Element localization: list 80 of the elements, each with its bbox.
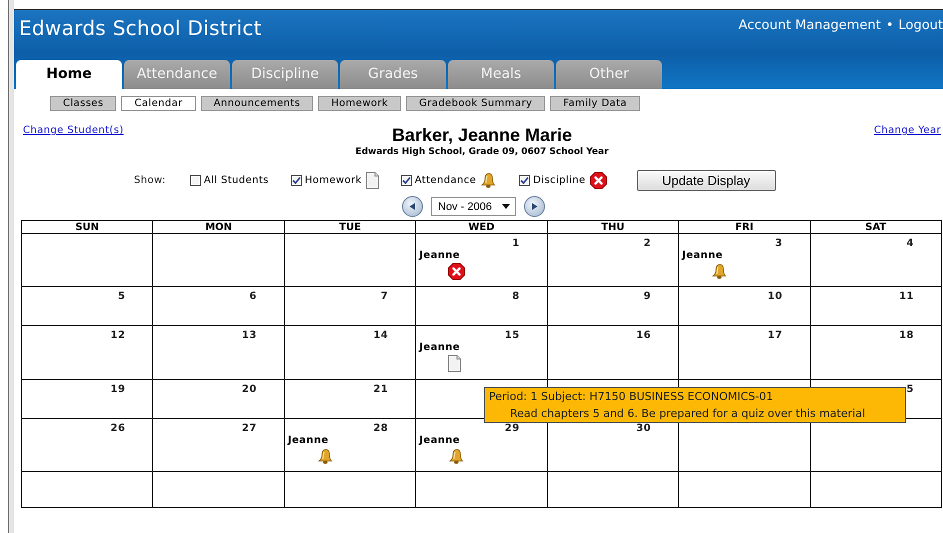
day-number: 7 (380, 290, 390, 302)
change-student-link[interactable]: Change Student(s) (23, 125, 124, 157)
student-name: Jeanne (288, 435, 329, 446)
weekday-header: THU (547, 220, 679, 234)
left-triangle-icon (408, 202, 417, 211)
day-number: 4 (906, 237, 915, 249)
weekday-header: SUN (22, 220, 153, 234)
sub-tab[interactable]: Announcements (200, 96, 314, 111)
weekday-header: WED (416, 220, 548, 234)
student-name: Jeanne (682, 250, 723, 261)
checkbox[interactable] (519, 175, 530, 186)
sub-tab[interactable]: Classes (50, 96, 116, 111)
day-number: 27 (242, 422, 258, 434)
previous-month-button[interactable] (402, 196, 423, 217)
day-number: 8 (512, 290, 521, 302)
day-number: 29 (504, 422, 521, 434)
day-number: 9 (644, 290, 652, 302)
day-number: 19 (110, 383, 126, 395)
day-number: 13 (242, 329, 258, 341)
next-month-button[interactable] (524, 196, 545, 217)
student-name-heading: Barker, Jeanne Marie (392, 125, 572, 146)
sub-tab[interactable]: Family Data (550, 96, 640, 111)
day-number: 12 (110, 329, 126, 341)
day-number: 1 (512, 237, 521, 249)
option-label: All Students (204, 175, 269, 186)
checkbox[interactable] (290, 175, 302, 186)
month-select[interactable]: Nov - 2006 (431, 197, 516, 216)
day-number: 3 (775, 237, 784, 249)
day-number: 11 (899, 290, 915, 302)
option-label: Attendance (414, 175, 476, 186)
day-number: 18 (899, 329, 915, 341)
site-title: Edwards School District (19, 16, 262, 40)
student-name: Jeanne (419, 342, 460, 353)
day-number: 6 (249, 290, 258, 302)
caret-icon (502, 204, 510, 209)
day-number: 30 (636, 422, 652, 434)
tooltip-title: Period: 1 Subject: H7150 BUSINESS ECONOMICS-01 (489, 390, 774, 403)
day-number: 20 (242, 383, 258, 395)
change-year-link[interactable]: Change Year (874, 125, 941, 157)
weekday-header: MON (152, 220, 284, 234)
day-number: 14 (373, 329, 390, 341)
day-number: 16 (636, 329, 652, 341)
day-number: 10 (768, 290, 784, 302)
page-icon (448, 355, 462, 372)
day-number: 21 (373, 383, 390, 395)
day-number: 26 (110, 422, 126, 434)
bell-icon (448, 448, 466, 465)
checkbox[interactable] (190, 175, 201, 186)
day-number: 5 (906, 383, 915, 395)
x-octagon-icon (590, 172, 607, 189)
day-number: 28 (373, 422, 390, 434)
show-label: Show: (134, 175, 166, 186)
day-number: 15 (504, 329, 521, 341)
weekday-header: TUE (284, 220, 416, 234)
checkbox[interactable] (400, 175, 412, 186)
day-number: 17 (768, 329, 784, 341)
header-link[interactable]: Logout (898, 18, 943, 33)
bell-icon (316, 448, 334, 465)
page-icon (366, 172, 379, 189)
tooltip-text: Read chapters 5 and 6. Be prepared for a quiz over this material (510, 407, 866, 420)
option-label: Discipline (533, 175, 586, 186)
day-number: 2 (644, 237, 652, 249)
student-name: Jeanne (419, 435, 460, 446)
x-octagon-icon (448, 263, 466, 280)
student-details: Edwards High School, Grade 09, 0607 School Year (355, 147, 609, 157)
option-label: Homework (304, 175, 362, 186)
update-display-button[interactable]: Update Display (636, 170, 776, 191)
student-name: Jeanne (419, 250, 460, 261)
weekday-header: SAT (810, 220, 942, 234)
separator-dot: • (886, 18, 894, 33)
right-triangle-icon (530, 202, 539, 211)
day-number: 5 (118, 290, 126, 302)
nav-tab[interactable]: Home (16, 60, 122, 89)
sub-tab[interactable]: Gradebook Summary (406, 96, 546, 111)
header-link[interactable]: Account Management (738, 18, 881, 33)
sub-tab[interactable]: Calendar (121, 96, 196, 111)
bell-icon (480, 172, 498, 189)
bell-icon (711, 263, 728, 280)
weekday-header: FRI (678, 220, 810, 234)
sub-tab[interactable]: Homework (318, 96, 402, 111)
